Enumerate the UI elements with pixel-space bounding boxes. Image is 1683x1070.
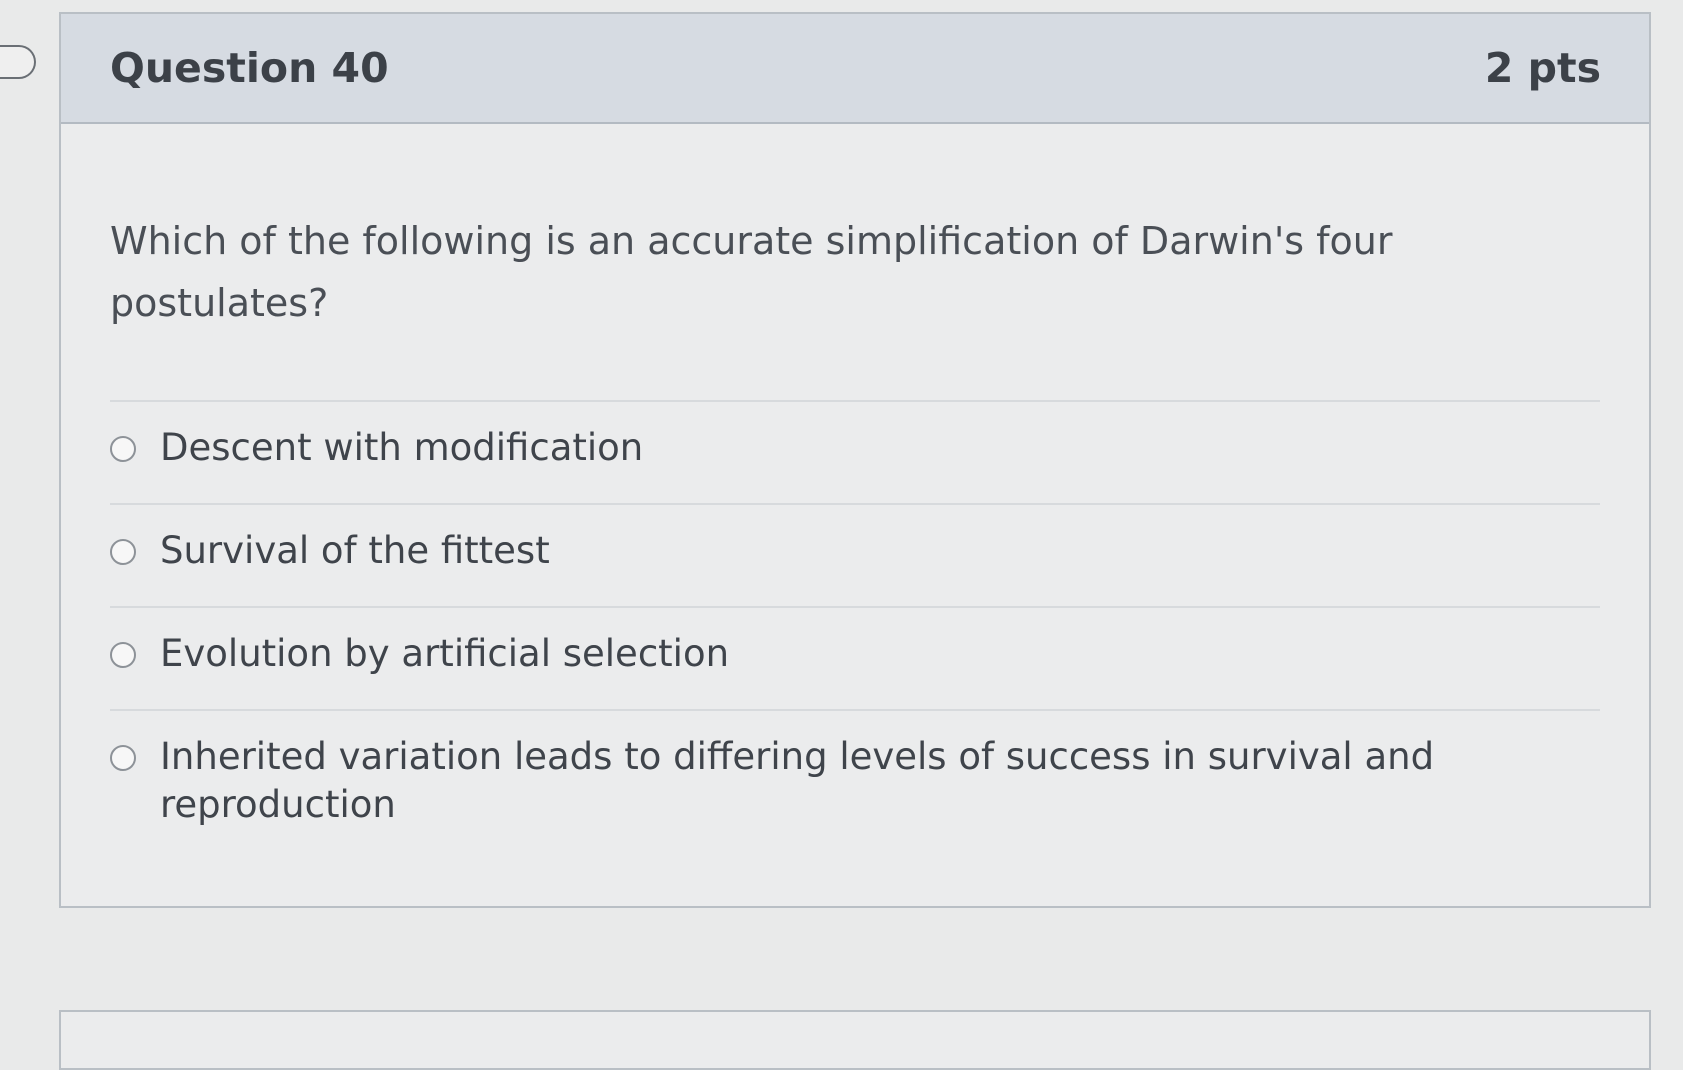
radio-button-icon[interactable] [110,745,136,771]
radio-button-icon[interactable] [110,642,136,668]
answer-option-1[interactable]: Descent with modification [110,400,1600,503]
answer-label[interactable]: Evolution by artificial selection [160,630,1600,678]
radio-button-icon[interactable] [110,539,136,565]
answer-option-4[interactable]: Inherited variation leads to differing l… [110,709,1600,826]
question-title: Question 40 [110,44,389,92]
radio-button-icon[interactable] [110,436,136,462]
answer-label[interactable]: Inherited variation leads to differing l… [160,733,1600,829]
answer-option-3[interactable]: Evolution by artificial selection [110,606,1600,709]
flag-question-icon[interactable] [0,45,36,79]
question-card: Question 40 2 pts Which of the following… [59,12,1651,908]
answer-label[interactable]: Descent with modification [160,424,1600,472]
next-question-card [59,1010,1651,1070]
answer-option-2[interactable]: Survival of the fittest [110,503,1600,606]
question-header: Question 40 2 pts [61,14,1649,124]
answer-label[interactable]: Survival of the fittest [160,527,1600,575]
question-points: 2 pts [1484,44,1601,92]
question-text: Which of the following is an accurate si… [110,219,1393,325]
answer-list: Descent with modification Survival of th… [110,400,1600,826]
